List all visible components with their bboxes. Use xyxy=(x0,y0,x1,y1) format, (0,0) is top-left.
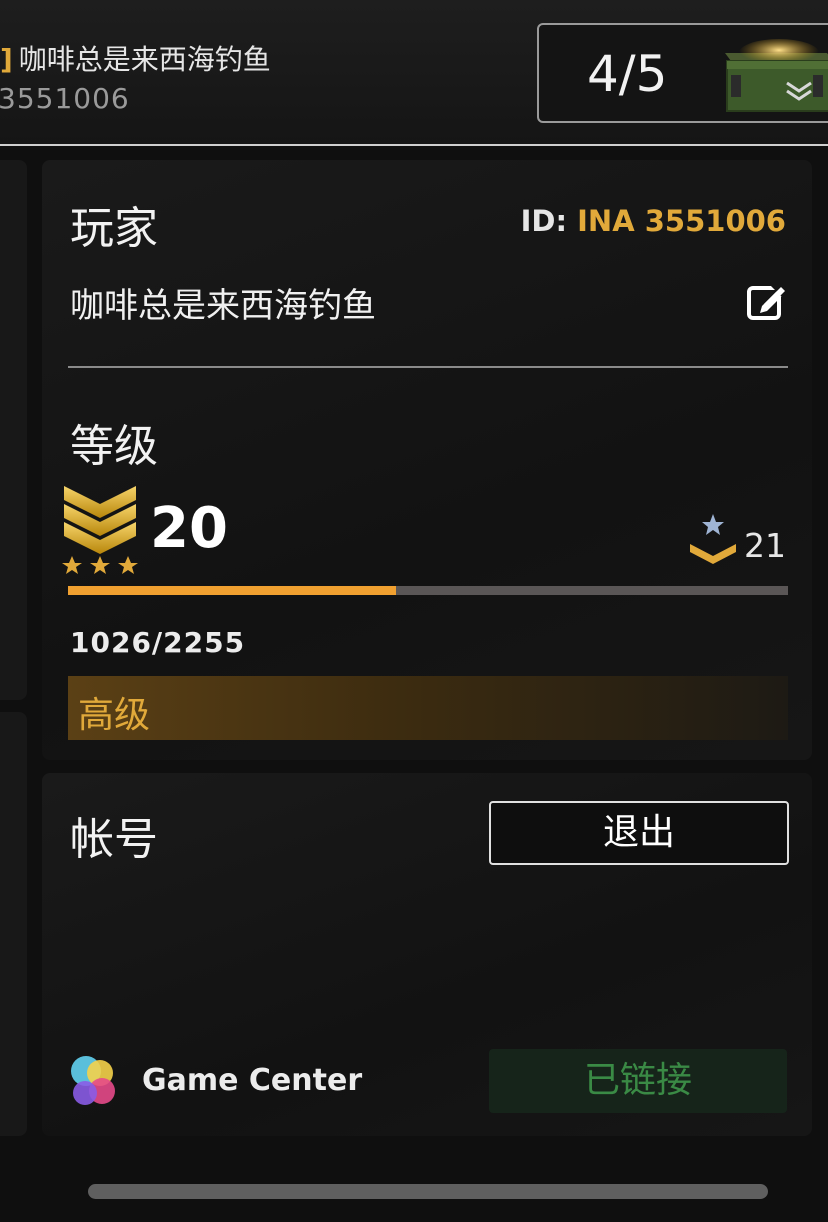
player-name: 咖啡总是来西海钓鱼 xyxy=(70,286,376,326)
logout-button[interactable]: 退出 xyxy=(489,801,789,865)
xp-progress-fill xyxy=(68,586,396,595)
clan-bracket: ] xyxy=(0,43,13,76)
player-id: ID: INA 3551006 xyxy=(521,204,786,238)
level-section-label: 等级 xyxy=(70,421,158,472)
game-center-label: Game Center xyxy=(142,1063,363,1098)
top-bar: ] 咖啡总是来西海钓鱼 3551006 4/5 xyxy=(0,0,828,146)
linked-status-button[interactable]: 已链接 xyxy=(489,1049,787,1113)
side-panel-edge xyxy=(0,160,27,700)
account-section-label: 帐号 xyxy=(70,814,158,865)
player-id-prefix: ID: xyxy=(520,204,578,238)
side-panel-edge-lower xyxy=(0,712,27,1136)
sergeant-chevron-icon xyxy=(62,486,138,574)
account-card: 帐号 退出 Game Center 已链接 xyxy=(42,773,812,1136)
crate-count: 4/5 xyxy=(587,45,668,103)
section-divider xyxy=(68,366,788,368)
xp-text: 1026/2255 xyxy=(70,626,246,659)
edit-icon[interactable] xyxy=(746,282,786,322)
game-center-icon xyxy=(71,1056,115,1105)
ammo-crate-icon xyxy=(725,39,828,112)
current-level: 20 xyxy=(150,496,228,561)
player-card: 玩家 ID: INA 3551006 咖啡总是来西海钓鱼 等级 20 21 10… xyxy=(42,160,812,760)
next-level: 21 xyxy=(744,526,786,565)
player-id-value: INA 3551006 xyxy=(577,204,786,238)
next-rank-chevron-icon xyxy=(690,514,736,564)
top-player-id: 3551006 xyxy=(0,82,130,115)
player-section-label: 玩家 xyxy=(70,203,158,254)
top-player-name: ] 咖啡总是来西海钓鱼 xyxy=(0,38,271,78)
home-indicator[interactable] xyxy=(88,1184,768,1199)
xp-progress-bar xyxy=(68,586,788,595)
tier-label: 高级 xyxy=(78,695,151,736)
tier-banner: 高级 xyxy=(68,676,788,740)
top-player-name-text: 咖啡总是来西海钓鱼 xyxy=(18,43,271,76)
crate-counter[interactable]: 4/5 xyxy=(537,23,828,123)
